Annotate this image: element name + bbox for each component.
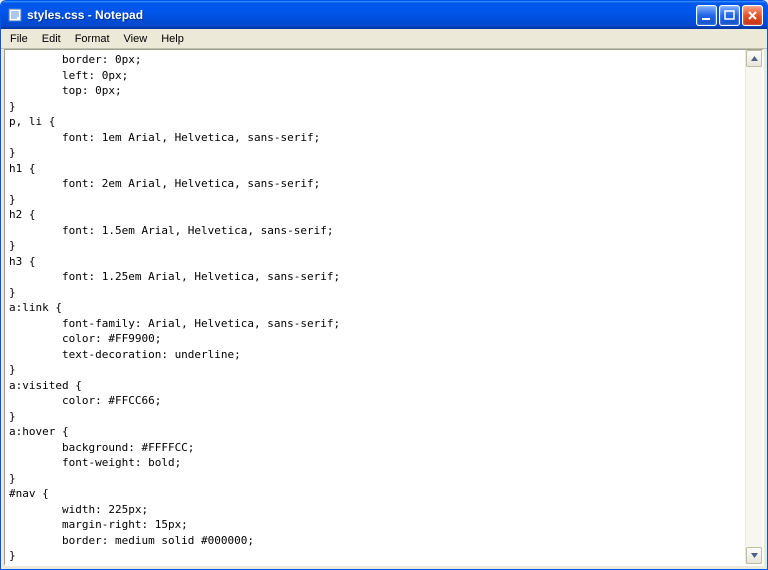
notepad-icon bbox=[7, 7, 23, 23]
notepad-window: styles.css - Notepad File Edit Format Vi… bbox=[0, 0, 768, 570]
menubar: File Edit Format View Help bbox=[1, 29, 767, 49]
editor-textarea[interactable]: border: 0px; left: 0px; top: 0px; } p, l… bbox=[5, 50, 745, 564]
scroll-up-button[interactable] bbox=[746, 50, 762, 67]
vertical-scrollbar[interactable] bbox=[745, 50, 762, 564]
titlebar[interactable]: styles.css - Notepad bbox=[1, 1, 767, 29]
window-controls bbox=[696, 5, 763, 26]
scroll-down-button[interactable] bbox=[746, 547, 762, 564]
scrollbar-track[interactable] bbox=[746, 67, 762, 547]
menu-edit[interactable]: Edit bbox=[35, 31, 68, 47]
menu-format[interactable]: Format bbox=[68, 31, 117, 47]
menu-file[interactable]: File bbox=[3, 31, 35, 47]
minimize-button[interactable] bbox=[696, 5, 717, 26]
close-button[interactable] bbox=[742, 5, 763, 26]
client-area: border: 0px; left: 0px; top: 0px; } p, l… bbox=[4, 49, 764, 566]
maximize-button[interactable] bbox=[719, 5, 740, 26]
menu-view[interactable]: View bbox=[117, 31, 155, 47]
menu-help[interactable]: Help bbox=[154, 31, 191, 47]
window-title: styles.css - Notepad bbox=[27, 8, 696, 22]
